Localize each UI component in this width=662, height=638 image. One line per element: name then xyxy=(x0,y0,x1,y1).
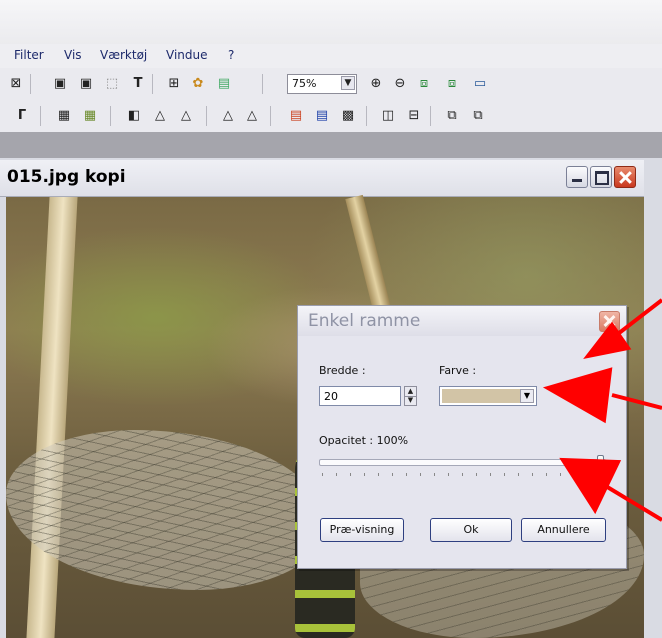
annotation-arrows xyxy=(542,298,662,522)
annotation-arrow xyxy=(611,393,662,410)
annotation-arrowhead xyxy=(559,457,622,515)
annotation-arrow xyxy=(602,483,662,522)
annotation-arrowhead xyxy=(542,367,613,424)
